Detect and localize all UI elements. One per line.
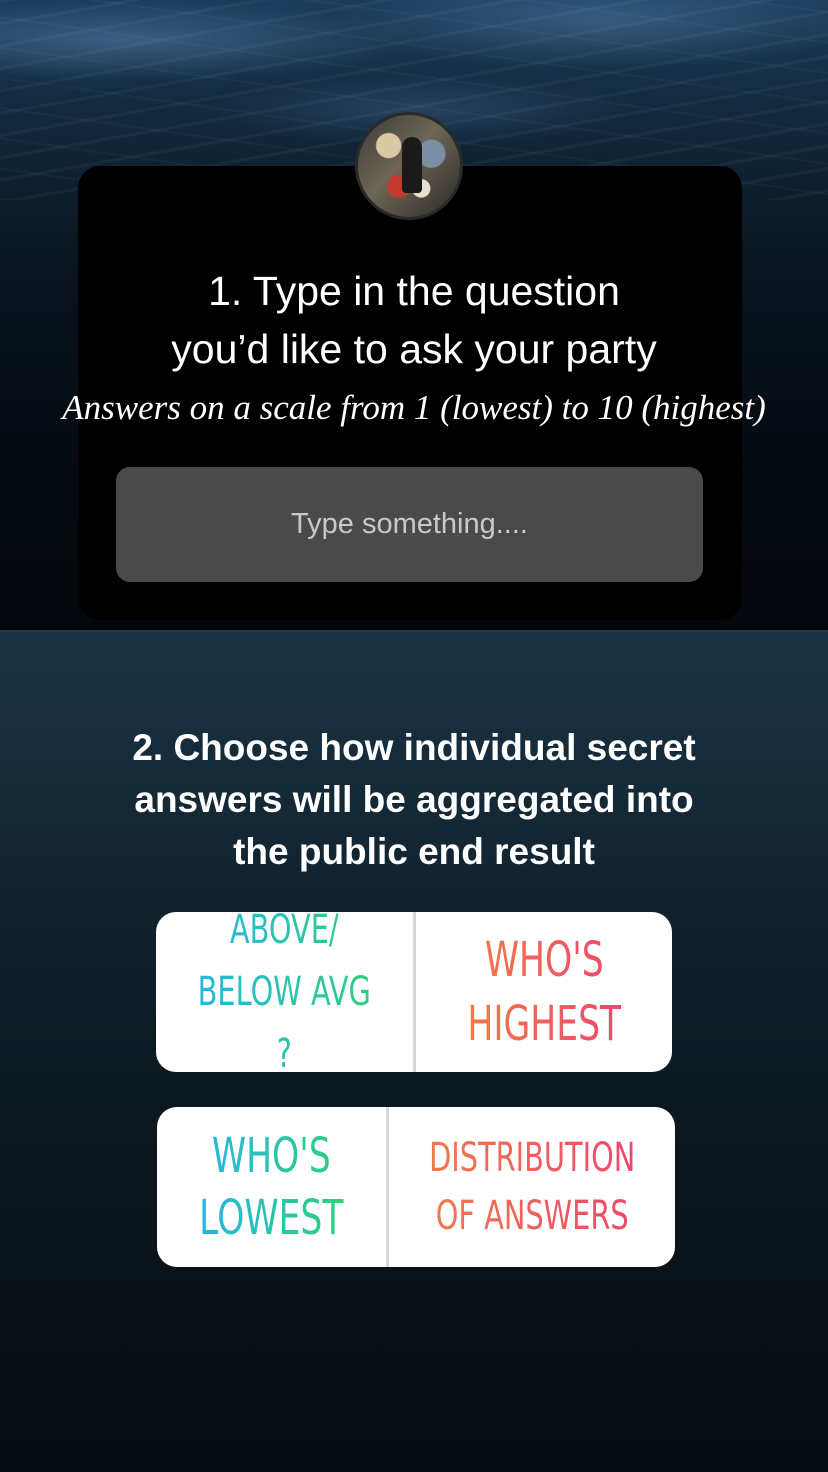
step1-subtitle: Answers on a scale from 1 (lowest) to 10… [62,388,766,427]
above-below-label-line1: ABOVE/ [192,912,377,961]
avatar-figure [402,137,422,193]
step1-title: 1. Type in the question you’d like to as… [0,262,828,378]
options-row-1: ABOVE/ BELOW AVG ? WHO'S HIGHEST [156,912,672,1072]
question-input[interactable]: Type something.... [116,467,703,582]
section-divider [0,630,828,632]
step1-title-line1: 1. Type in the question [208,268,620,314]
whos-lowest-label-line1: WHO'S [199,1125,343,1187]
above-below-avg-button[interactable]: ABOVE/ BELOW AVG ? [192,912,377,1072]
step1-title-line2: you’d like to ask your party [171,326,657,372]
distribution-label-line2: OF ANSWERS [429,1187,635,1245]
option-separator [412,912,416,1072]
options-row-2: WHO'S LOWEST DISTRIBUTION OF ANSWERS [157,1107,675,1267]
distribution-of-answers-button[interactable]: DISTRIBUTION OF ANSWERS [429,1107,635,1267]
question-input-placeholder: Type something.... [291,508,528,540]
distribution-label-line1: DISTRIBUTION [429,1129,635,1187]
step2-title-line3: the public end result [233,831,595,872]
whos-lowest-button[interactable]: WHO'S LOWEST [189,1107,354,1267]
option-separator [385,1107,389,1267]
whos-lowest-label-line2: LOWEST [199,1187,343,1249]
whos-highest-label-line2: HIGHEST [467,992,621,1056]
above-below-label-line2: BELOW AVG ? [192,961,377,1072]
profile-avatar[interactable] [355,112,463,220]
whos-highest-label-line1: WHO'S [467,928,621,992]
step2-title-line1: 2. Choose how individual secret [132,727,696,768]
step2-title: 2. Choose how individual secret answers … [0,722,828,878]
whos-highest-button[interactable]: WHO'S HIGHEST [451,912,636,1072]
step2-title-line2: answers will be aggregated into [134,779,694,820]
